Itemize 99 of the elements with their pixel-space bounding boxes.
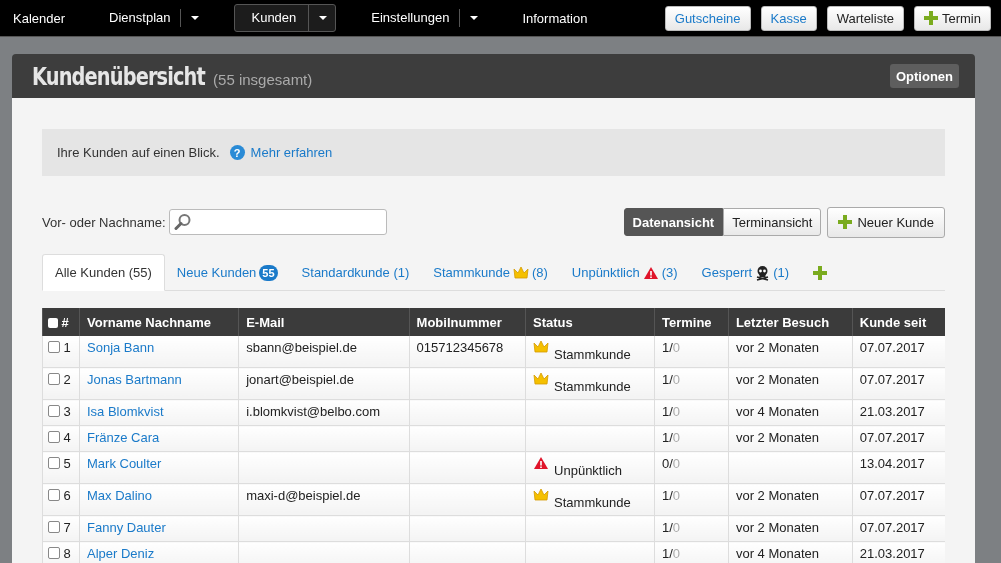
table-cell: 07.07.2017: [859, 372, 925, 387]
table-cell: 1/0: [661, 372, 681, 387]
help-icon: ?: [229, 145, 245, 160]
column-header: Mobilnummer: [409, 308, 526, 336]
table-cell: vor 2 Monaten: [735, 372, 819, 387]
table-cell: 8: [42, 541, 80, 563]
table-cell: sbann@beispiel.de: [246, 340, 357, 355]
table-cell: 21.03.2017: [859, 546, 925, 561]
table-cell: 2: [42, 367, 80, 400]
nav-link[interactable]: Einstellungen: [371, 9, 461, 27]
table-cell: 4: [42, 425, 80, 452]
column-header: Termine: [654, 308, 729, 336]
table-cell: vor 2 Monaten: [735, 520, 819, 535]
filter-tab[interactable]: Stammkunde (8): [421, 255, 560, 290]
dropdown-caret-icon[interactable]: [470, 16, 479, 20]
row-checkbox[interactable]: [48, 431, 60, 443]
table-cell: 7: [42, 515, 80, 542]
table-cell: vor 4 Monaten: [735, 404, 819, 419]
table-cell: 1: [42, 336, 80, 368]
filter-tab[interactable]: Unpünktlich (3): [559, 255, 690, 290]
learn-more-link[interactable]: Mehr erfahren: [250, 145, 333, 160]
row-checkbox[interactable]: [48, 457, 60, 469]
warning-icon: [642, 265, 659, 280]
row-checkbox[interactable]: [48, 341, 60, 353]
table-cell: 1/0: [661, 404, 681, 419]
status-label: Stammkunde: [554, 379, 631, 394]
plus-icon: [924, 11, 938, 25]
count-badge: 55: [259, 264, 278, 281]
customer-name-link[interactable]: Max Dalino: [87, 488, 153, 503]
nav-link[interactable]: Information: [522, 10, 588, 26]
table-cell: maxi-d@beispiel.de: [246, 488, 361, 503]
filter-tab[interactable]: Standardkunde (1): [289, 255, 422, 290]
table-cell: 07.07.2017: [859, 430, 925, 445]
nav-button[interactable]: Gutscheine: [664, 5, 751, 31]
row-checkbox[interactable]: [48, 547, 60, 559]
crown-icon: [533, 372, 550, 385]
view-toggle[interactable]: Terminansicht: [723, 208, 822, 236]
table-cell: vor 2 Monaten: [735, 430, 819, 445]
options-button[interactable]: Optionen: [889, 64, 959, 88]
table-cell: 1/0: [661, 546, 681, 561]
filter-tab[interactable]: Neue Kunden 55: [164, 255, 290, 290]
nav-button[interactable]: Kasse: [760, 5, 817, 31]
column-header: Status: [525, 308, 655, 336]
plus-icon: [838, 215, 853, 229]
new-customer-button[interactable]: Neuer Kunde: [827, 206, 945, 238]
dropdown-caret-icon[interactable]: [191, 16, 200, 20]
column-header: Letzter Besuch: [728, 308, 853, 336]
customer-name-link[interactable]: Sonja Bann: [87, 340, 155, 355]
row-checkbox[interactable]: [48, 489, 60, 501]
column-header: E-Mail: [238, 308, 410, 336]
table-cell: 07.07.2017: [859, 488, 925, 503]
nav-link[interactable]: Kalender: [13, 10, 66, 26]
table-cell: 07.07.2017: [859, 340, 925, 355]
filter-tab[interactable]: Alle Kunden (55): [42, 254, 165, 291]
table-cell: 21.03.2017: [859, 404, 925, 419]
warning-icon: [533, 456, 550, 470]
search-field[interactable]: [168, 209, 387, 235]
filter-tab[interactable]: Gesperrt (1): [689, 255, 802, 290]
table-cell: 6: [42, 483, 80, 516]
table-cell: 015712345678: [416, 340, 504, 355]
search-icon: [173, 213, 192, 231]
crown-icon: [533, 340, 550, 353]
table-cell: 07.07.2017: [859, 520, 925, 535]
select-all-checkbox[interactable]: [48, 317, 58, 328]
status-label: Unpünktlich: [554, 463, 622, 478]
status-label: Stammkunde: [554, 495, 631, 510]
customer-count: (55 insgesamt): [213, 70, 313, 88]
table-cell: 1/0: [661, 430, 681, 445]
nav-link[interactable]: Dienstplan: [109, 9, 182, 27]
status-label: Stammkunde: [554, 347, 631, 362]
table-cell: jonart@beispiel.de: [246, 372, 355, 387]
dropdown-caret-icon[interactable]: [319, 16, 328, 20]
search-label: Vor- oder Nachname:: [42, 214, 166, 230]
table-cell: 1/0: [661, 520, 681, 535]
table-cell: vor 2 Monaten: [735, 340, 819, 355]
view-toggle[interactable]: Datenansicht: [623, 208, 724, 236]
row-checkbox[interactable]: [48, 373, 60, 385]
add-tab-icon: [813, 265, 828, 280]
table-cell: 5: [42, 451, 80, 484]
skull-icon: [755, 264, 771, 281]
column-header: Kunde seit: [852, 308, 945, 336]
page-title: Kundenübersicht: [32, 61, 205, 91]
nav-button[interactable]: Warteliste: [826, 5, 904, 31]
table-cell: vor 2 Monaten: [735, 488, 819, 503]
column-header: Vorname Nachname: [79, 308, 239, 336]
row-checkbox[interactable]: [48, 521, 60, 533]
table-cell: 3: [42, 399, 80, 426]
crown-icon: [512, 266, 529, 279]
table-cell: i.blomkvist@belbo.com: [246, 404, 380, 419]
table-cell: 1/0: [661, 340, 681, 355]
table-cell: 13.04.2017: [859, 456, 925, 471]
table-cell: 0/0: [661, 456, 681, 471]
row-checkbox[interactable]: [48, 405, 60, 417]
table-cell: vor 4 Monaten: [735, 546, 819, 561]
info-text: Ihre Kunden auf einen Blick.: [57, 145, 220, 160]
add-appointment-button[interactable]: Termin: [914, 5, 991, 31]
table-cell: 1/0: [661, 488, 681, 503]
crown-icon: [533, 488, 550, 501]
column-header: #: [42, 308, 80, 336]
